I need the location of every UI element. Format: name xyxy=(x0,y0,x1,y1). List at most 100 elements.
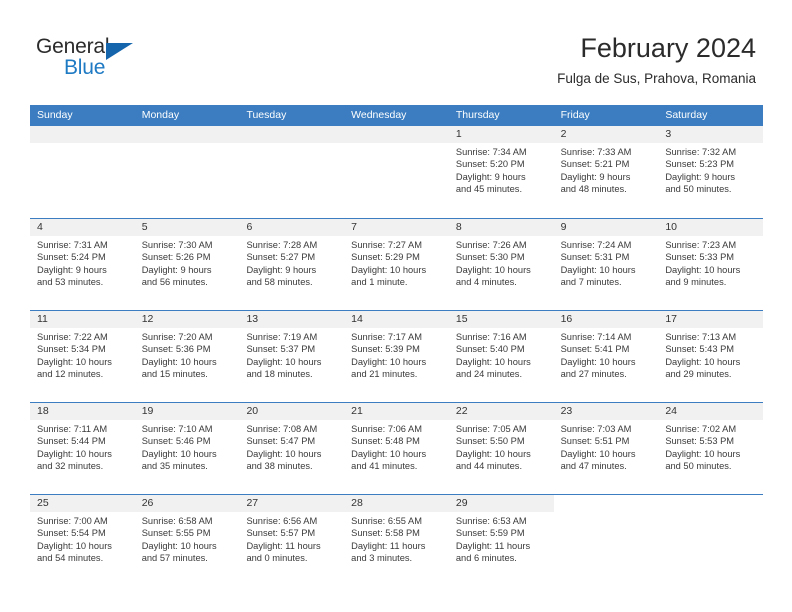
daylight-text-line1: Daylight: 10 hours xyxy=(351,264,427,275)
daylight-text-line1: Daylight: 10 hours xyxy=(560,264,636,275)
day-number: 7 xyxy=(344,219,449,236)
calendar-day-cell[interactable]: 2 Sunrise: 7:33 AM Sunset: 5:21 PM Daylight… xyxy=(553,126,659,218)
calendar-day-cell[interactable]: 24 Sunrise: 7:02 AM Sunset: 5:53 PM Dayligh… xyxy=(658,403,764,494)
sunset-text: Sunset: 5:37 PM xyxy=(246,344,316,355)
daylight-text-line2: and 50 minutes. xyxy=(665,184,732,195)
day-number: 26 xyxy=(134,495,240,512)
daylight-text-line1: Daylight: 9 hours xyxy=(665,171,736,182)
sunrise-text: Sunrise: 7:14 AM xyxy=(560,332,632,342)
daylight-text-line2: and 18 minutes. xyxy=(246,369,313,380)
day-sun-info: Sunrise: 7:11 AM Sunset: 5:44 PM Daylight:… xyxy=(30,420,135,473)
logo-text-blue: Blue xyxy=(64,56,106,79)
sunrise-text: Sunrise: 7:22 AM xyxy=(37,332,108,342)
weekday-header-tuesday: Tuesday xyxy=(246,109,287,121)
calendar-day-cell[interactable]: 27 Sunrise: 6:56 AM Sunset: 5:57 PM Dayligh… xyxy=(239,495,345,586)
daylight-text-line1: Daylight: 11 hours xyxy=(455,540,531,551)
day-number xyxy=(239,126,345,143)
sunset-text: Sunset: 5:46 PM xyxy=(141,436,211,447)
calendar-day-cell[interactable]: 11 Sunrise: 7:22 AM Sunset: 5:34 PM Dayligh… xyxy=(30,311,135,402)
calendar-page: General Blue February 2024 Fulga de Sus,… xyxy=(0,0,792,612)
calendar-day-cell[interactable]: 7 Sunrise: 7:27 AM Sunset: 5:29 PM Daylight… xyxy=(344,219,449,310)
calendar-week-row: 4 Sunrise: 7:31 AM Sunset: 5:24 PM Daylight… xyxy=(30,218,764,310)
calendar-day-cell[interactable]: 21 Sunrise: 7:06 AM Sunset: 5:48 PM Dayligh… xyxy=(344,403,449,494)
calendar-day-cell[interactable]: 29 Sunrise: 6:53 AM Sunset: 5:59 PM Dayligh… xyxy=(448,495,554,586)
sunset-text: Sunset: 5:29 PM xyxy=(351,252,420,263)
sunset-text: Sunset: 5:43 PM xyxy=(665,344,735,355)
calendar-day-cell[interactable]: 6 Sunrise: 7:28 AM Sunset: 5:27 PM Daylight… xyxy=(239,219,345,310)
calendar-day-cell[interactable]: 14 Sunrise: 7:17 AM Sunset: 5:39 PM Dayligh… xyxy=(344,311,449,402)
calendar-day-cell[interactable]: 1 Sunrise: 7:34 AM Sunset: 5:20 PM Daylight… xyxy=(448,126,554,218)
day-sun-info: Sunrise: 7:19 AM Sunset: 5:37 PM Daylight:… xyxy=(239,328,344,381)
sunrise-text: Sunrise: 6:55 AM xyxy=(351,516,422,526)
weekday-header-monday: Monday xyxy=(141,109,180,121)
daylight-text-line1: Daylight: 10 hours xyxy=(246,448,322,459)
day-sun-info: Sunrise: 7:00 AM Sunset: 5:54 PM Daylight:… xyxy=(30,512,135,565)
calendar-day-cell[interactable]: 18 Sunrise: 7:11 AM Sunset: 5:44 PM Dayligh… xyxy=(30,403,135,494)
page-header: General Blue February 2024 Fulga de Sus,… xyxy=(0,0,792,100)
calendar-day-cell[interactable]: 22 Sunrise: 7:05 AM Sunset: 5:50 PM Dayligh… xyxy=(448,403,554,494)
weekday-header-wednesday: Wednesday xyxy=(351,109,407,121)
day-sun-info: Sunrise: 7:16 AM Sunset: 5:40 PM Daylight:… xyxy=(449,328,554,381)
daylight-text-line1: Daylight: 10 hours xyxy=(665,264,741,275)
daylight-text-line1: Daylight: 10 hours xyxy=(37,540,112,551)
calendar-day-cell[interactable]: 4 Sunrise: 7:31 AM Sunset: 5:24 PM Daylight… xyxy=(30,219,135,310)
calendar-day-cell[interactable]: 25 Sunrise: 7:00 AM Sunset: 5:54 PM Dayligh… xyxy=(30,495,135,586)
sunset-text: Sunset: 5:30 PM xyxy=(455,252,525,263)
day-number: 13 xyxy=(239,311,345,328)
calendar-day-cell[interactable]: 3 Sunrise: 7:32 AM Sunset: 5:23 PM Daylight… xyxy=(658,126,764,218)
day-sun-info: Sunrise: 7:14 AM Sunset: 5:41 PM Daylight:… xyxy=(554,328,659,381)
daylight-text-line2: and 47 minutes. xyxy=(560,461,627,472)
general-blue-logo[interactable]: General Blue xyxy=(36,36,156,86)
sunrise-text: Sunrise: 7:23 AM xyxy=(665,240,737,250)
calendar-day-cell-empty xyxy=(554,495,659,586)
calendar-day-cell[interactable]: 17 Sunrise: 7:13 AM Sunset: 5:43 PM Dayligh… xyxy=(658,311,764,402)
calendar-day-cell[interactable]: 20 Sunrise: 7:08 AM Sunset: 5:47 PM Dayligh… xyxy=(239,403,345,494)
calendar-day-cell-empty xyxy=(344,126,449,218)
sunrise-text: Sunrise: 7:24 AM xyxy=(560,240,632,250)
day-number xyxy=(344,126,449,143)
day-sun-info: Sunrise: 7:32 AM Sunset: 5:23 PM Daylight:… xyxy=(658,143,763,196)
day-sun-info: Sunrise: 7:03 AM Sunset: 5:51 PM Daylight:… xyxy=(554,420,659,473)
day-number: 8 xyxy=(448,219,554,236)
calendar-day-cell[interactable]: 10 Sunrise: 7:23 AM Sunset: 5:33 PM Dayligh… xyxy=(658,219,764,310)
calendar-day-cell[interactable]: 9 Sunrise: 7:24 AM Sunset: 5:31 PM Daylight… xyxy=(553,219,659,310)
calendar-week-row: 25 Sunrise: 7:00 AM Sunset: 5:54 PM Dayligh… xyxy=(30,494,763,586)
day-sun-info: Sunrise: 7:27 AM Sunset: 5:29 PM Daylight:… xyxy=(344,236,449,289)
sunset-text: Sunset: 5:57 PM xyxy=(246,528,316,539)
day-number: 25 xyxy=(30,495,135,512)
sunrise-text: Sunrise: 7:28 AM xyxy=(246,240,318,250)
sunset-text: Sunset: 5:39 PM xyxy=(351,344,420,355)
sunset-text: Sunset: 5:58 PM xyxy=(351,528,420,539)
sunrise-text: Sunrise: 7:19 AM xyxy=(246,332,318,342)
sunset-text: Sunset: 5:41 PM xyxy=(560,344,630,355)
calendar-day-cell[interactable]: 26 Sunrise: 6:58 AM Sunset: 5:55 PM Dayligh… xyxy=(134,495,240,586)
calendar-day-cell[interactable]: 19 Sunrise: 7:10 AM Sunset: 5:46 PM Dayligh… xyxy=(134,403,240,494)
day-number: 22 xyxy=(448,403,554,420)
daylight-text-line1: Daylight: 10 hours xyxy=(560,448,636,459)
calendar-day-cell[interactable]: 12 Sunrise: 7:20 AM Sunset: 5:36 PM Dayligh… xyxy=(134,311,240,402)
calendar-day-cell[interactable]: 16 Sunrise: 7:14 AM Sunset: 5:41 PM Dayligh… xyxy=(553,311,659,402)
calendar-day-cell[interactable]: 13 Sunrise: 7:19 AM Sunset: 5:37 PM Dayligh… xyxy=(239,311,345,402)
daylight-text-line2: and 53 minutes. xyxy=(37,277,104,288)
calendar-day-cell[interactable]: 5 Sunrise: 7:30 AM Sunset: 5:26 PM Daylight… xyxy=(134,219,240,310)
sunset-text: Sunset: 5:44 PM xyxy=(37,436,106,447)
day-number: 3 xyxy=(658,126,764,143)
daylight-text-line1: Daylight: 9 hours xyxy=(560,171,631,182)
calendar-day-cell-empty xyxy=(239,126,345,218)
calendar-day-cell[interactable]: 28 Sunrise: 6:55 AM Sunset: 5:58 PM Dayligh… xyxy=(344,495,449,586)
daylight-text-line1: Daylight: 9 hours xyxy=(246,264,317,275)
daylight-text-line2: and 50 minutes. xyxy=(665,461,732,472)
sunrise-text: Sunrise: 7:26 AM xyxy=(455,240,527,250)
weekday-header-friday: Friday xyxy=(560,109,590,121)
calendar-day-cell[interactable]: 8 Sunrise: 7:26 AM Sunset: 5:30 PM Daylight… xyxy=(448,219,554,310)
sunrise-text: Sunrise: 7:02 AM xyxy=(665,424,737,434)
calendar-day-cell-empty xyxy=(30,126,135,218)
sunrise-text: Sunrise: 7:03 AM xyxy=(560,424,632,434)
calendar-day-cell[interactable]: 15 Sunrise: 7:16 AM Sunset: 5:40 PM Dayligh… xyxy=(448,311,554,402)
calendar-weeks: 1 Sunrise: 7:34 AM Sunset: 5:20 PM Daylight… xyxy=(30,126,764,586)
calendar-day-cell[interactable]: 23 Sunrise: 7:03 AM Sunset: 5:51 PM Dayligh… xyxy=(553,403,659,494)
day-number: 4 xyxy=(30,219,135,236)
daylight-text-line2: and 6 minutes. xyxy=(455,553,517,564)
day-sun-info: Sunrise: 7:13 AM Sunset: 5:43 PM Daylight:… xyxy=(658,328,763,381)
daylight-text-line1: Daylight: 10 hours xyxy=(455,448,531,459)
